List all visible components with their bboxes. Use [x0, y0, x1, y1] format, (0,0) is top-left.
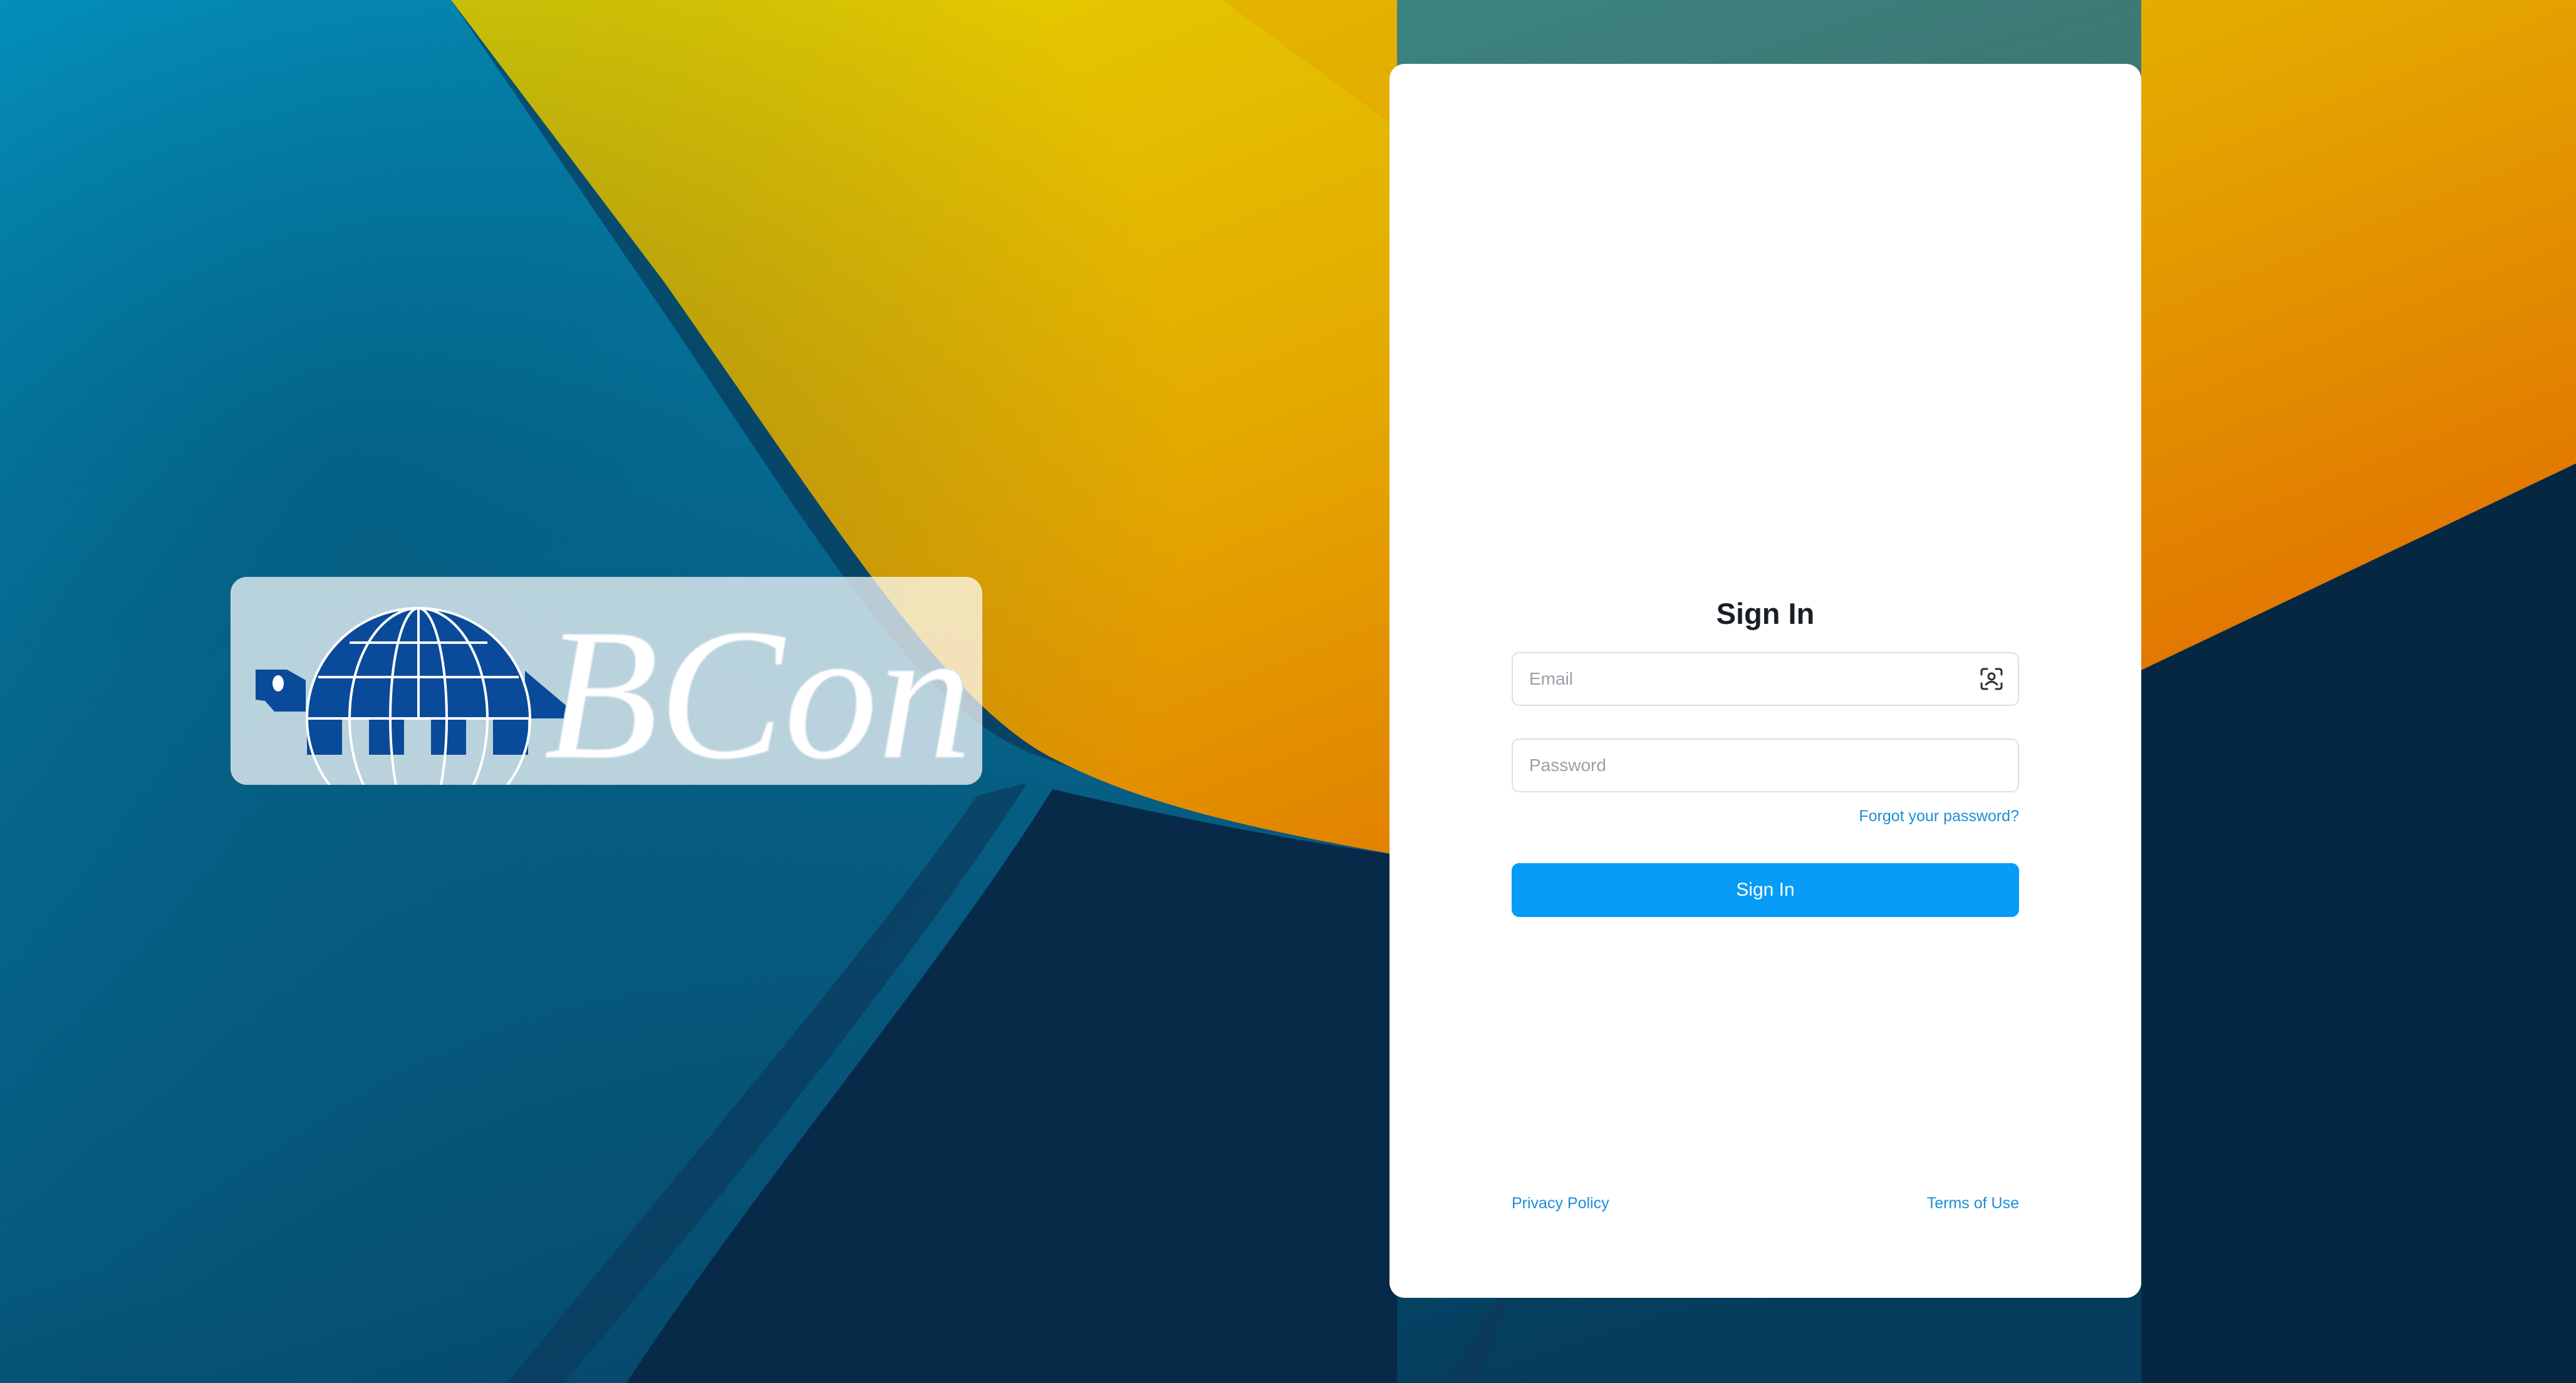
page-title: Sign In — [1716, 597, 1815, 630]
face-id-icon[interactable] — [1979, 666, 2004, 692]
sign-in-button[interactable]: Sign In — [1512, 863, 2019, 917]
bcon-wordmark: BCon — [544, 590, 972, 785]
forgot-password-link[interactable]: Forgot your password? — [1859, 807, 2019, 826]
email-input[interactable] — [1513, 653, 2018, 705]
terms-of-use-link[interactable]: Terms of Use — [1927, 1194, 2019, 1213]
bcon-logo: BCon — [231, 577, 982, 785]
email-field[interactable] — [1512, 652, 2019, 706]
sign-in-panel: Sign In Forgot your password? Sign In Pr… — [1389, 64, 2141, 1298]
privacy-policy-link[interactable]: Privacy Policy — [1512, 1194, 1609, 1213]
bcon-logo-graphic: BCon — [256, 589, 972, 785]
password-field[interactable] — [1512, 738, 2019, 792]
password-input[interactable] — [1513, 740, 2018, 791]
